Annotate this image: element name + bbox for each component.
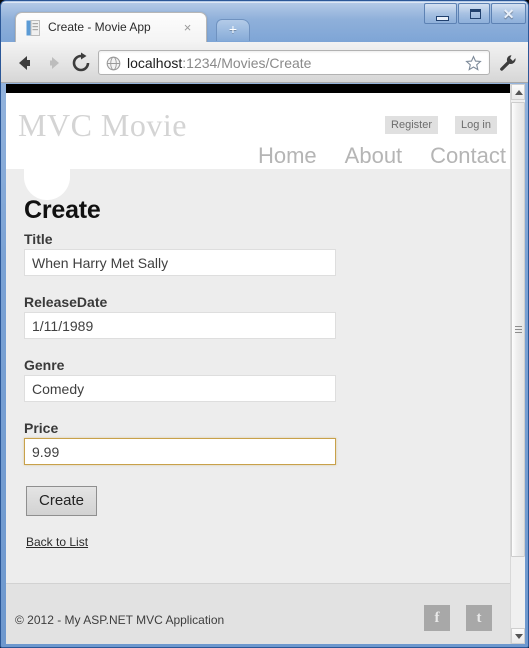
tab-strip: Create - Movie App × + ✕ bbox=[1, 1, 528, 42]
scroll-down-button[interactable] bbox=[511, 628, 525, 644]
menu-button[interactable] bbox=[498, 53, 518, 73]
close-window-icon: ✕ bbox=[502, 6, 515, 22]
page-scrollbar[interactable] bbox=[510, 84, 525, 644]
wrench-icon bbox=[500, 55, 516, 71]
create-button[interactable]: Create bbox=[26, 486, 98, 516]
address-bar[interactable]: localhost:1234/Movies/Create bbox=[98, 50, 490, 75]
back-to-list-link[interactable]: Back to List bbox=[26, 535, 88, 549]
title-input[interactable] bbox=[24, 249, 336, 276]
nav-item-contact[interactable]: Contact bbox=[430, 143, 506, 169]
reload-icon bbox=[72, 52, 90, 72]
chevron-down-icon bbox=[515, 634, 523, 639]
globe-icon bbox=[106, 56, 121, 71]
url-path: :1234/Movies/Create bbox=[182, 55, 312, 71]
close-window-button[interactable]: ✕ bbox=[491, 3, 526, 24]
site-nav: Home About Contact bbox=[258, 143, 506, 169]
nav-item-about[interactable]: About bbox=[345, 143, 403, 169]
facebook-icon[interactable]: f bbox=[424, 605, 450, 631]
window-controls: ✕ bbox=[423, 3, 526, 25]
scroll-up-button[interactable] bbox=[511, 84, 525, 100]
price-input[interactable] bbox=[24, 438, 336, 465]
site-brand[interactable]: MVC Movie bbox=[18, 107, 187, 144]
page-viewport: MVC Movie Register Log in Home About Con… bbox=[6, 84, 525, 644]
forward-button[interactable] bbox=[42, 51, 66, 75]
top-black-bar bbox=[6, 84, 510, 93]
label-releasedate: ReleaseDate bbox=[24, 294, 108, 310]
copyright-text: © 2012 - My ASP.NET MVC Application bbox=[15, 613, 225, 627]
url-text: localhost:1234/Movies/Create bbox=[127, 54, 311, 73]
label-title: Title bbox=[24, 231, 53, 247]
close-icon[interactable]: × bbox=[181, 21, 194, 34]
login-link[interactable]: Log in bbox=[455, 116, 497, 134]
page-icon bbox=[26, 20, 40, 36]
chevron-up-icon bbox=[515, 90, 523, 95]
browser-toolbar: localhost:1234/Movies/Create bbox=[1, 42, 528, 83]
maximize-icon bbox=[469, 9, 481, 19]
maximize-button[interactable] bbox=[457, 3, 491, 24]
forward-arrow-icon bbox=[50, 57, 59, 69]
nav-item-home[interactable]: Home bbox=[258, 143, 317, 169]
star-icon[interactable] bbox=[465, 55, 482, 72]
label-genre: Genre bbox=[24, 357, 65, 373]
site-header: MVC Movie Register Log in Home About Con… bbox=[6, 93, 510, 169]
twitter-icon[interactable]: t bbox=[466, 605, 492, 631]
reload-button[interactable] bbox=[69, 51, 93, 75]
releasedate-input[interactable] bbox=[24, 312, 336, 339]
browser-tab[interactable]: Create - Movie App × bbox=[15, 12, 207, 42]
page-title: Create bbox=[24, 196, 101, 224]
grip-icon bbox=[515, 325, 522, 334]
scrollbar-thumb[interactable] bbox=[511, 102, 525, 557]
url-host: localhost bbox=[127, 55, 183, 71]
register-link[interactable]: Register bbox=[385, 116, 438, 134]
tab-title: Create - Movie App bbox=[48, 20, 151, 34]
genre-input[interactable] bbox=[24, 375, 336, 402]
browser-window: Create - Movie App × + ✕ localhost:1234/… bbox=[0, 0, 529, 648]
header-circle-decoration bbox=[24, 154, 70, 200]
back-button[interactable] bbox=[13, 51, 37, 75]
label-price: Price bbox=[24, 420, 59, 436]
site-footer: © 2012 - My ASP.NET MVC Application f t bbox=[6, 583, 510, 644]
back-arrow-icon bbox=[19, 56, 30, 70]
minimize-icon bbox=[436, 16, 449, 21]
new-tab-button[interactable]: + bbox=[216, 19, 250, 41]
plus-icon: + bbox=[228, 21, 238, 37]
minimize-button[interactable] bbox=[424, 3, 457, 24]
